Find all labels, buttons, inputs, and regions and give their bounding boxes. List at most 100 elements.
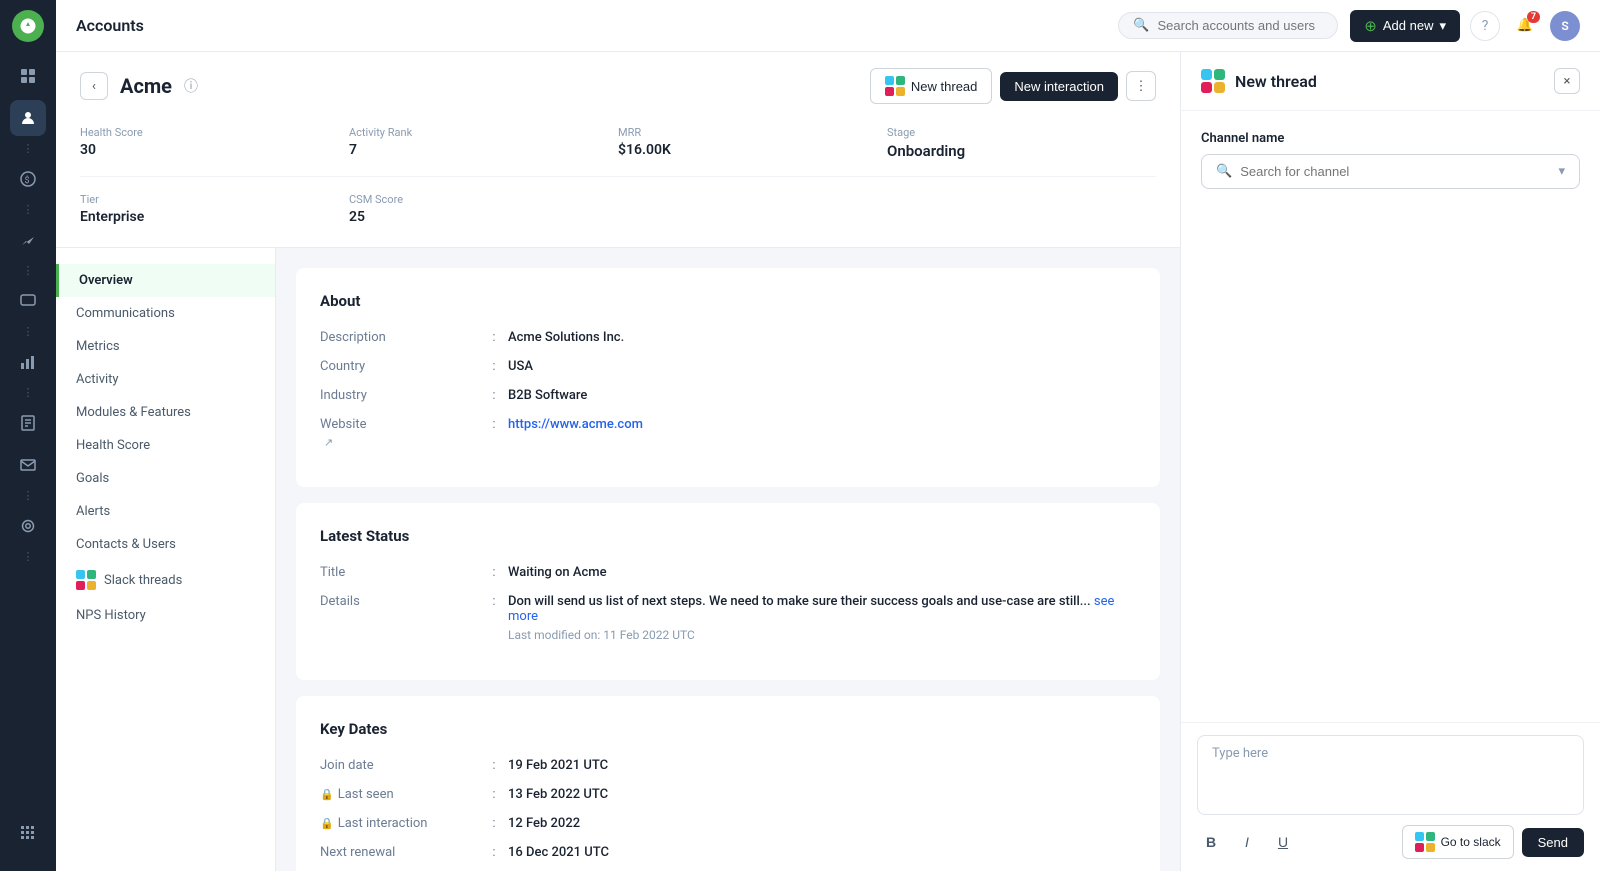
message-placeholder: Type here <box>1212 746 1268 761</box>
sidenav-slack-threads[interactable]: Slack threads <box>56 561 275 599</box>
send-button[interactable]: Send <box>1522 828 1584 857</box>
stage-label: Stage <box>887 126 1156 139</box>
website-link[interactable]: https://www.acme.com <box>508 417 1136 432</box>
more-options-button[interactable]: ⋮ <box>1126 71 1156 101</box>
chevron-down-icon: ▾ <box>1439 18 1446 34</box>
new-interaction-button[interactable]: New interaction <box>1000 72 1118 101</box>
add-new-label: Add new <box>1383 18 1434 33</box>
nav-reports-icon[interactable] <box>10 405 46 441</box>
account-header: ‹ Acme ⓘ New thread New interaction <box>56 52 1180 248</box>
sidenav-goals[interactable]: Goals <box>56 462 275 495</box>
last-interaction-label: 🔒 Last interaction <box>320 816 480 831</box>
panel-title: New thread <box>1235 72 1544 91</box>
sidenav-communications[interactable]: Communications <box>56 297 275 330</box>
nav-analytics-icon[interactable] <box>10 344 46 380</box>
status-title-label: Title <box>320 565 480 580</box>
industry-label: Industry <box>320 388 480 403</box>
avatar[interactable]: S <box>1550 11 1580 41</box>
sidenav-health-score[interactable]: Health Score <box>56 429 275 462</box>
bold-button[interactable]: B <box>1197 828 1225 856</box>
status-title-row: Title : Waiting on Acme <box>320 565 1136 580</box>
nav-settings-icon[interactable] <box>10 508 46 544</box>
status-details-row: Details : Don will send us list of next … <box>320 594 1136 642</box>
channel-search-box[interactable]: 🔍 ▾ <box>1201 154 1580 189</box>
new-thread-label: New thread <box>911 79 977 94</box>
nav-goals-dots: ⋮ <box>23 264 34 277</box>
description-value: Acme Solutions Inc. <box>508 330 1136 345</box>
go-to-slack-button[interactable]: Go to slack <box>1402 825 1514 859</box>
account-actions: New thread New interaction ⋮ <box>870 68 1156 104</box>
activity-rank-value: 7 <box>349 142 618 158</box>
panel-close-button[interactable]: × <box>1554 68 1580 94</box>
tier-stat: Tier Enterprise <box>80 187 349 231</box>
last-seen-label: 🔒 Last seen <box>320 787 480 802</box>
stage-stat: Stage Onboarding <box>887 120 1156 166</box>
svg-text:$: $ <box>25 175 30 186</box>
app-logo[interactable] <box>12 10 44 42</box>
add-new-button[interactable]: ⊕ Add new ▾ <box>1350 10 1460 42</box>
website-label: Website <box>320 417 480 432</box>
country-row: Country : USA <box>320 359 1136 374</box>
status-title-value: Waiting on Acme <box>508 565 1136 580</box>
nav-accounts-icon[interactable] <box>10 100 46 136</box>
detail-main: About Description : Acme Solutions Inc. … <box>276 248 1180 871</box>
nav-revenue-dots: ⋮ <box>23 203 34 216</box>
nav-messages-icon[interactable] <box>10 283 46 319</box>
slack-logo-btn-icon <box>1415 832 1435 852</box>
search-input[interactable] <box>1157 18 1323 33</box>
sidenav-metrics[interactable]: Metrics <box>56 330 275 363</box>
mrr-stat: MRR $16.00K <box>618 120 887 166</box>
last-interaction-row: 🔒 Last interaction : 12 Feb 2022 <box>320 816 1136 831</box>
mrr-value: $16.00K <box>618 142 887 158</box>
sidenav-overview[interactable]: Overview <box>56 264 275 297</box>
next-renewal-row: Next renewal : 16 Dec 2021 UTC <box>320 845 1136 860</box>
nav-grid-icon[interactable] <box>10 815 46 851</box>
underline-button[interactable]: U <box>1269 828 1297 856</box>
nav-goals-icon[interactable] <box>10 222 46 258</box>
lock-icon-2: 🔒 <box>320 817 334 830</box>
about-section: About Description : Acme Solutions Inc. … <box>296 268 1160 487</box>
footer-toolbar: B I U Go to slack Send <box>1197 825 1584 859</box>
nav-dashboard-icon[interactable] <box>10 58 46 94</box>
status-modified-date: Last modified on: 11 Feb 2022 UTC <box>508 628 1136 642</box>
description-row: Description : Acme Solutions Inc. <box>320 330 1136 345</box>
italic-button[interactable]: I <box>1233 828 1261 856</box>
nav-email-icon[interactable] <box>10 447 46 483</box>
sidenav-nps-history[interactable]: NPS History <box>56 599 275 632</box>
activity-rank-label: Activity Rank <box>349 126 618 139</box>
back-button[interactable]: ‹ <box>80 72 108 100</box>
sidenav-modules[interactable]: Modules & Features <box>56 396 275 429</box>
last-interaction-value: 12 Feb 2022 <box>508 816 1136 831</box>
latest-status-section: Latest Status Title : Waiting on Acme De… <box>296 503 1160 680</box>
lock-icon: 🔒 <box>320 788 334 801</box>
health-score-label: Health Score <box>80 126 349 139</box>
nav-settings-dots: ⋮ <box>23 550 34 563</box>
slack-logo-header-icon <box>1201 69 1225 93</box>
mrr-label: MRR <box>618 126 887 139</box>
nav-revenue-icon[interactable]: $ <box>10 161 46 197</box>
slack-logo-icon <box>885 76 905 96</box>
external-link-icon: ↗ <box>324 436 480 449</box>
search-box[interactable]: 🔍 <box>1118 12 1338 39</box>
csm-score-value: 25 <box>349 209 618 225</box>
message-input[interactable]: Type here <box>1197 735 1584 815</box>
nav-email-dots: ⋮ <box>23 489 34 502</box>
sidenav-activity[interactable]: Activity <box>56 363 275 396</box>
channel-search-input[interactable] <box>1240 164 1550 179</box>
page-title: Accounts <box>76 16 1106 35</box>
new-thread-button[interactable]: New thread <box>870 68 992 104</box>
info-icon[interactable]: ⓘ <box>184 76 198 96</box>
new-thread-panel: New thread × Channel name 🔍 ▾ Type here <box>1180 52 1600 871</box>
description-label: Description <box>320 330 480 345</box>
sidenav-alerts[interactable]: Alerts <box>56 495 275 528</box>
channel-name-label: Channel name <box>1201 131 1580 146</box>
about-title: About <box>320 292 1136 310</box>
notifications-button[interactable]: 🔔 7 <box>1510 11 1540 41</box>
activity-rank-stat: Activity Rank 7 <box>349 120 618 166</box>
help-button[interactable]: ? <box>1470 11 1500 41</box>
plus-circle-icon: ⊕ <box>1364 17 1377 35</box>
key-dates-title: Key Dates <box>320 720 1136 738</box>
sidenav-contacts-users[interactable]: Contacts & Users <box>56 528 275 561</box>
panel-header: New thread × <box>1181 52 1600 111</box>
account-name: Acme <box>120 74 172 98</box>
